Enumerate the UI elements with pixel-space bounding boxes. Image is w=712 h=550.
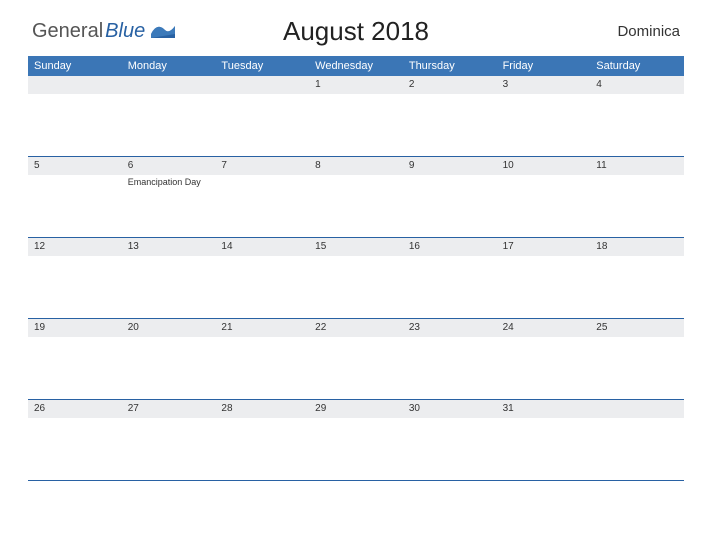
day-number [590,400,684,418]
day-number [215,76,309,94]
day-event [122,337,216,399]
logo: General Blue [32,20,175,43]
day-event [215,337,309,399]
weekday-saturday: Saturday [590,56,684,76]
day-event [590,418,684,480]
day-event [403,175,497,237]
day-number: 11 [590,157,684,175]
day-event [497,175,591,237]
week-row: 19 20 21 22 23 24 25 [28,319,684,400]
day-event [28,94,122,156]
day-number: 19 [28,319,122,337]
day-event [403,256,497,318]
day-event [403,94,497,156]
day-event: Emancipation Day [122,175,216,237]
day-event [309,418,403,480]
day-number: 16 [403,238,497,256]
day-event [215,256,309,318]
day-event [590,94,684,156]
logo-text-general: General [32,20,103,43]
day-number: 30 [403,400,497,418]
day-number: 9 [403,157,497,175]
day-event [215,94,309,156]
logo-icon [151,20,175,43]
day-number: 13 [122,238,216,256]
day-event [590,256,684,318]
day-number: 23 [403,319,497,337]
day-event [28,175,122,237]
day-number [122,76,216,94]
day-number: 18 [590,238,684,256]
day-number: 6 [122,157,216,175]
day-event [497,337,591,399]
weekday-sunday: Sunday [28,56,122,76]
day-event [309,256,403,318]
day-number: 17 [497,238,591,256]
day-event [590,175,684,237]
day-number: 15 [309,238,403,256]
day-event [122,418,216,480]
day-event [215,418,309,480]
weekday-monday: Monday [122,56,216,76]
day-number: 27 [122,400,216,418]
day-event [28,337,122,399]
day-event [403,418,497,480]
weekday-header: Sunday Monday Tuesday Wednesday Thursday… [28,56,684,76]
day-number: 28 [215,400,309,418]
weekday-thursday: Thursday [403,56,497,76]
day-number [28,76,122,94]
week-row: 12 13 14 15 16 17 18 [28,238,684,319]
weekday-friday: Friday [497,56,591,76]
day-event [403,337,497,399]
day-number: 29 [309,400,403,418]
day-number: 3 [497,76,591,94]
day-event [309,175,403,237]
page-title: August 2018 [283,16,429,47]
week-row: 26 27 28 29 30 31 [28,400,684,481]
week-row: 5 6 7 8 9 10 11 Emancipation Day [28,157,684,238]
day-event [28,256,122,318]
day-event [497,418,591,480]
day-number: 25 [590,319,684,337]
day-event [309,337,403,399]
day-event [590,337,684,399]
day-number: 2 [403,76,497,94]
day-event [497,256,591,318]
logo-text-blue: Blue [105,20,145,43]
header: General Blue August 2018 Dominica [28,20,684,56]
weekday-tuesday: Tuesday [215,56,309,76]
day-event [215,175,309,237]
week-row: 1 2 3 4 [28,76,684,157]
day-number: 26 [28,400,122,418]
day-event [497,94,591,156]
day-number: 20 [122,319,216,337]
day-number: 21 [215,319,309,337]
day-event [122,256,216,318]
day-number: 22 [309,319,403,337]
day-number: 4 [590,76,684,94]
day-number: 12 [28,238,122,256]
day-event [122,94,216,156]
region-label: Dominica [617,23,680,40]
day-number: 14 [215,238,309,256]
day-number: 31 [497,400,591,418]
day-number: 10 [497,157,591,175]
calendar: Sunday Monday Tuesday Wednesday Thursday… [28,56,684,481]
day-number: 5 [28,157,122,175]
day-number: 7 [215,157,309,175]
day-event [309,94,403,156]
day-number: 8 [309,157,403,175]
day-number: 1 [309,76,403,94]
day-number: 24 [497,319,591,337]
weekday-wednesday: Wednesday [309,56,403,76]
day-event [28,418,122,480]
